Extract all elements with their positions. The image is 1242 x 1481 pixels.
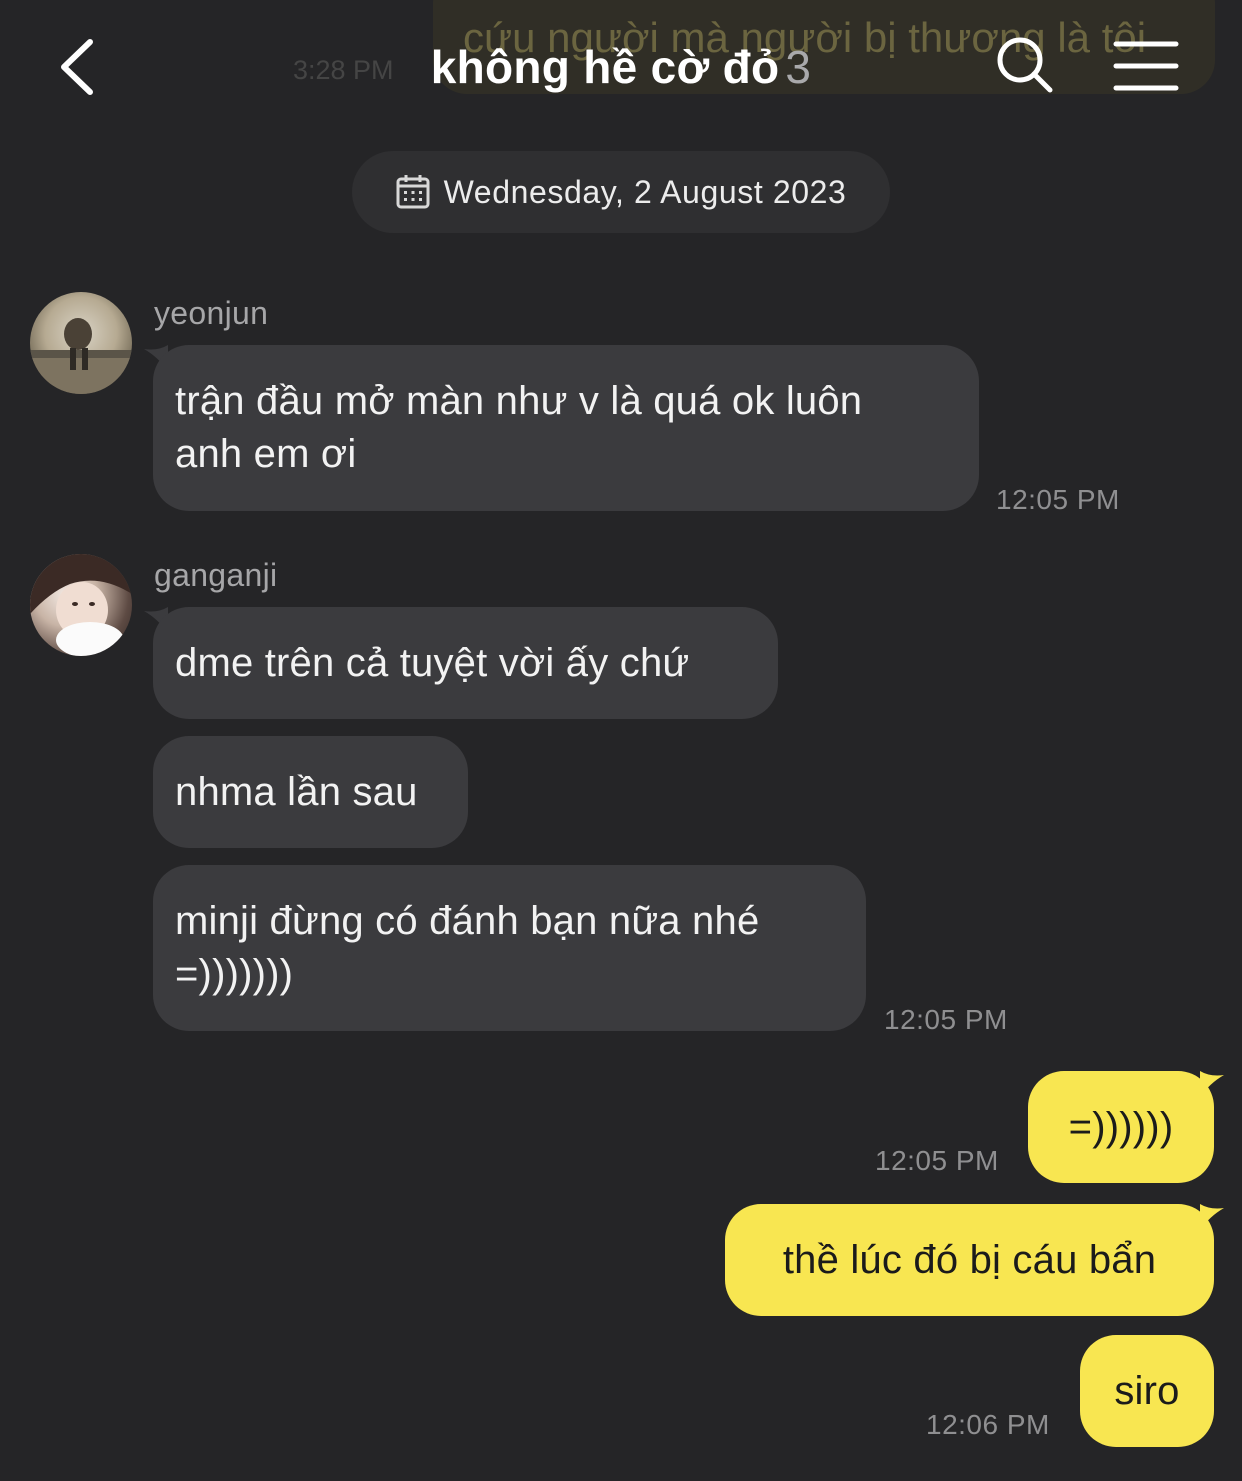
bubble-tail xyxy=(1200,1204,1224,1230)
date-divider: Wednesday, 2 August 2023 xyxy=(352,151,890,233)
message-bubble[interactable]: nhma lần sau xyxy=(153,736,468,848)
message-bubble[interactable]: minji đừng có đánh bạn nữa nhé =))))))) xyxy=(153,865,866,1031)
message-text: nhma lần sau xyxy=(175,770,418,814)
sender-name: yeonjun xyxy=(154,295,269,331)
message-bubble-outgoing[interactable]: siro xyxy=(1080,1335,1214,1447)
message-text-line: anh em ơi xyxy=(175,432,357,476)
message-text: dme trên cả tuyệt vời ấy chứ xyxy=(175,641,690,685)
menu-icon xyxy=(1113,41,1179,91)
message-text: thề lúc đó bị cáu bẩn xyxy=(782,1238,1157,1282)
message-time: 12:05 PM xyxy=(996,484,1120,515)
calendar-icon xyxy=(396,175,430,209)
message-bubble-outgoing[interactable]: thề lúc đó bị cáu bẩn xyxy=(725,1204,1214,1316)
message-text-line: =))))))) xyxy=(175,952,294,996)
search-icon xyxy=(997,37,1053,93)
member-count: 3 xyxy=(785,41,812,93)
message-bubble-outgoing[interactable]: =)))))) xyxy=(1028,1071,1214,1183)
message-bubble[interactable]: dme trên cả tuyệt vời ấy chứ xyxy=(153,607,778,719)
avatar-photo xyxy=(30,554,132,656)
sender-name: ganganji xyxy=(154,557,278,593)
avatar-ganganji[interactable] xyxy=(30,554,132,656)
message-time: 12:05 PM xyxy=(875,1145,999,1176)
message-time: 12:06 PM xyxy=(926,1409,1050,1440)
message-text: =)))))) xyxy=(1068,1105,1174,1149)
message-text: siro xyxy=(1114,1369,1180,1413)
search-button[interactable] xyxy=(994,34,1056,96)
date-label: Wednesday, 2 August 2023 xyxy=(443,173,847,210)
bubble-tail xyxy=(1200,1071,1224,1097)
menu-button[interactable] xyxy=(1112,38,1180,94)
message-time: 12:05 PM xyxy=(884,1004,1008,1035)
chat-name: không hề cờ đỏ xyxy=(430,41,780,93)
message-text-line: minji đừng có đánh bạn nữa nhé xyxy=(175,899,760,943)
message-bubble[interactable]: trận đầu mở màn như v là quá ok luôn anh… xyxy=(153,345,979,511)
avatar-photo xyxy=(30,318,132,394)
avatar-yeonjun[interactable] xyxy=(30,292,132,394)
message-text-line: trận đầu mở màn như v là quá ok luôn xyxy=(175,379,863,423)
chat-header: không hề cờ đỏ 3 xyxy=(0,0,1242,130)
